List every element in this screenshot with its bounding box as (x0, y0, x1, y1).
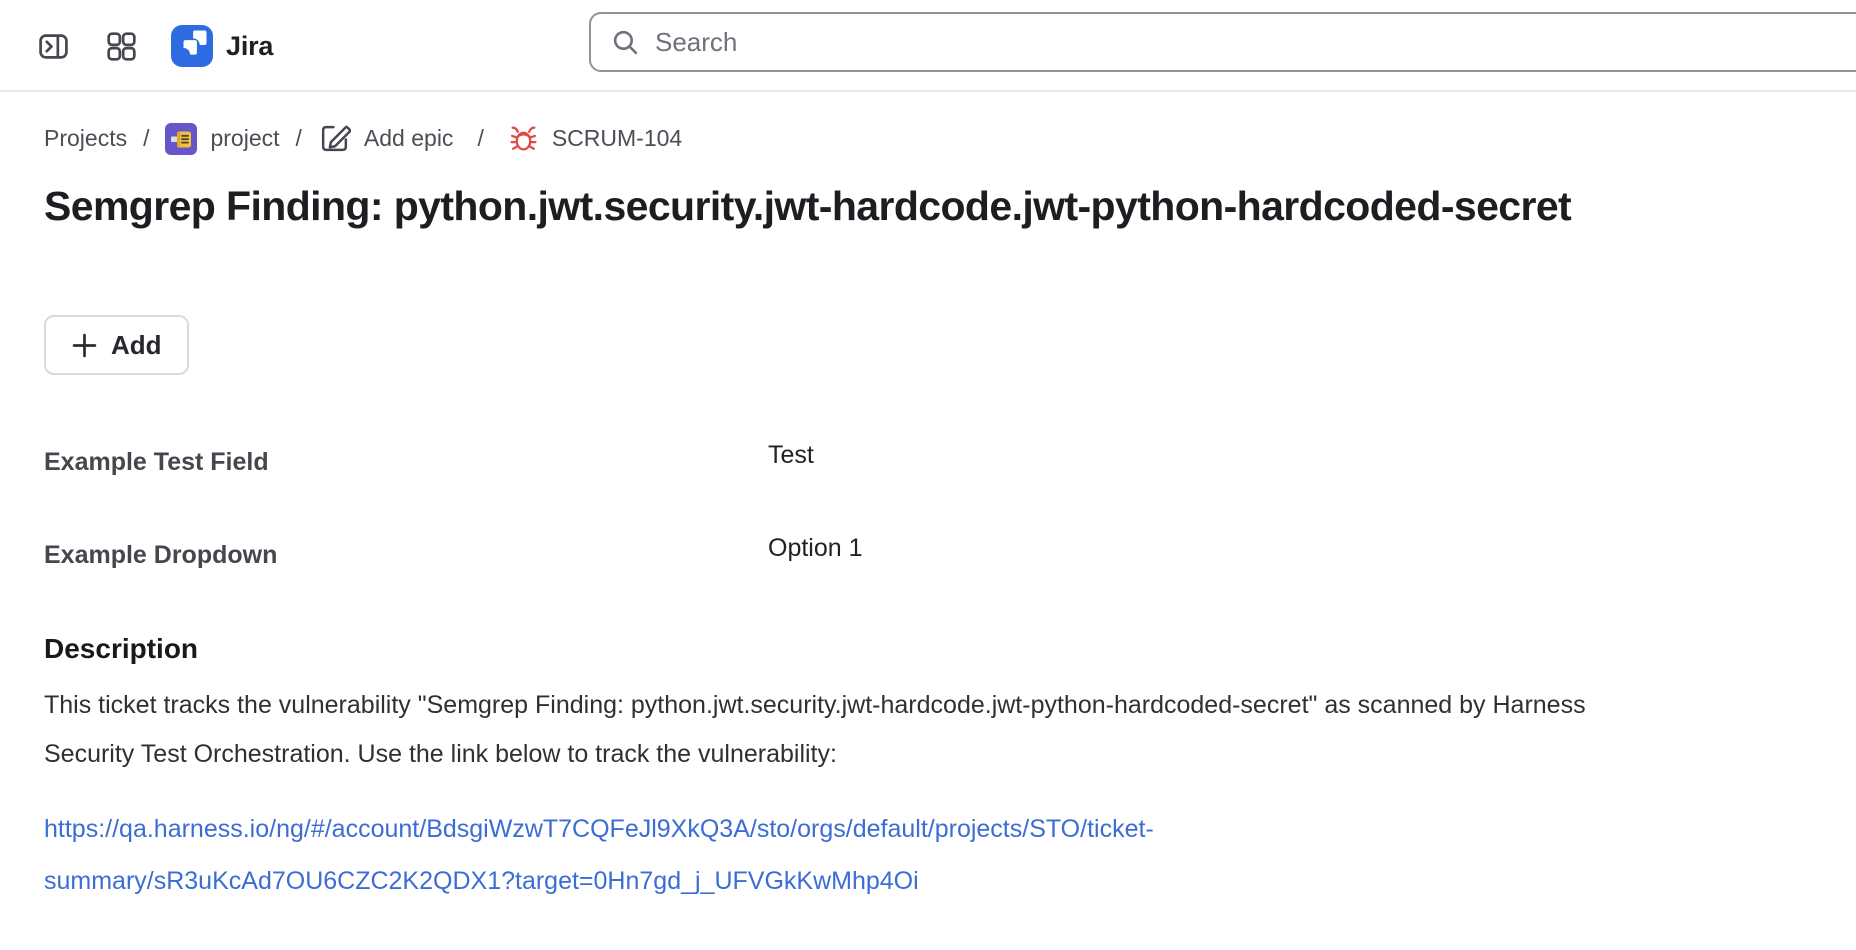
custom-fields: Example Test Field Test Example Dropdown… (44, 447, 1812, 570)
project-avatar (165, 123, 197, 155)
field-value-example-test-field[interactable]: Test (768, 440, 814, 470)
add-button-label: Add (111, 330, 162, 361)
breadcrumb-separator: / (477, 125, 483, 152)
app-switcher-button[interactable] (106, 31, 137, 62)
description-link-row: https://qa.harness.io/ng/#/account/Bdsgi… (44, 805, 1234, 909)
bug-icon (508, 123, 539, 154)
apps-grid-icon (106, 31, 137, 62)
field-value-example-dropdown[interactable]: Option 1 (768, 533, 863, 563)
breadcrumb-separator: / (296, 125, 302, 152)
search-icon (611, 28, 640, 57)
header-left-cluster: Jira (38, 0, 273, 92)
jira-logo-icon (171, 25, 213, 67)
edit-icon (318, 122, 351, 155)
jira-home-button[interactable] (171, 25, 213, 67)
global-search-box (589, 12, 1856, 72)
breadcrumb-separator: / (143, 125, 149, 152)
breadcrumb-project[interactable]: project (165, 123, 279, 155)
description-body: This ticket tracks the vulnerability "Se… (44, 681, 1604, 779)
issue-page: Projects / project / (0, 122, 1856, 909)
breadcrumb-issue-key[interactable]: SCRUM-104 (508, 123, 682, 154)
add-button[interactable]: Add (44, 315, 189, 375)
breadcrumb: Projects / project / (44, 122, 1812, 155)
expand-sidebar-icon (38, 31, 69, 62)
issue-title: Semgrep Finding: python.jwt.security.jwt… (44, 181, 1812, 231)
search-input[interactable] (655, 27, 1856, 58)
breadcrumb-add-epic[interactable]: Add epic (318, 122, 454, 155)
top-navigation-bar: Jira (0, 0, 1856, 92)
field-label: Example Dropdown (44, 540, 768, 570)
expand-sidebar-button[interactable] (38, 31, 69, 62)
vulnerability-link[interactable]: https://qa.harness.io/ng/#/account/Bdsgi… (44, 815, 1154, 895)
breadcrumb-projects[interactable]: Projects (44, 125, 127, 152)
field-row-example-dropdown: Example Dropdown Option 1 (44, 540, 1812, 570)
description-heading: Description (44, 633, 1812, 665)
field-row-example-test-field: Example Test Field Test (44, 447, 1812, 477)
field-label: Example Test Field (44, 447, 768, 477)
app-name-label: Jira (226, 31, 273, 62)
plus-icon (71, 332, 98, 359)
